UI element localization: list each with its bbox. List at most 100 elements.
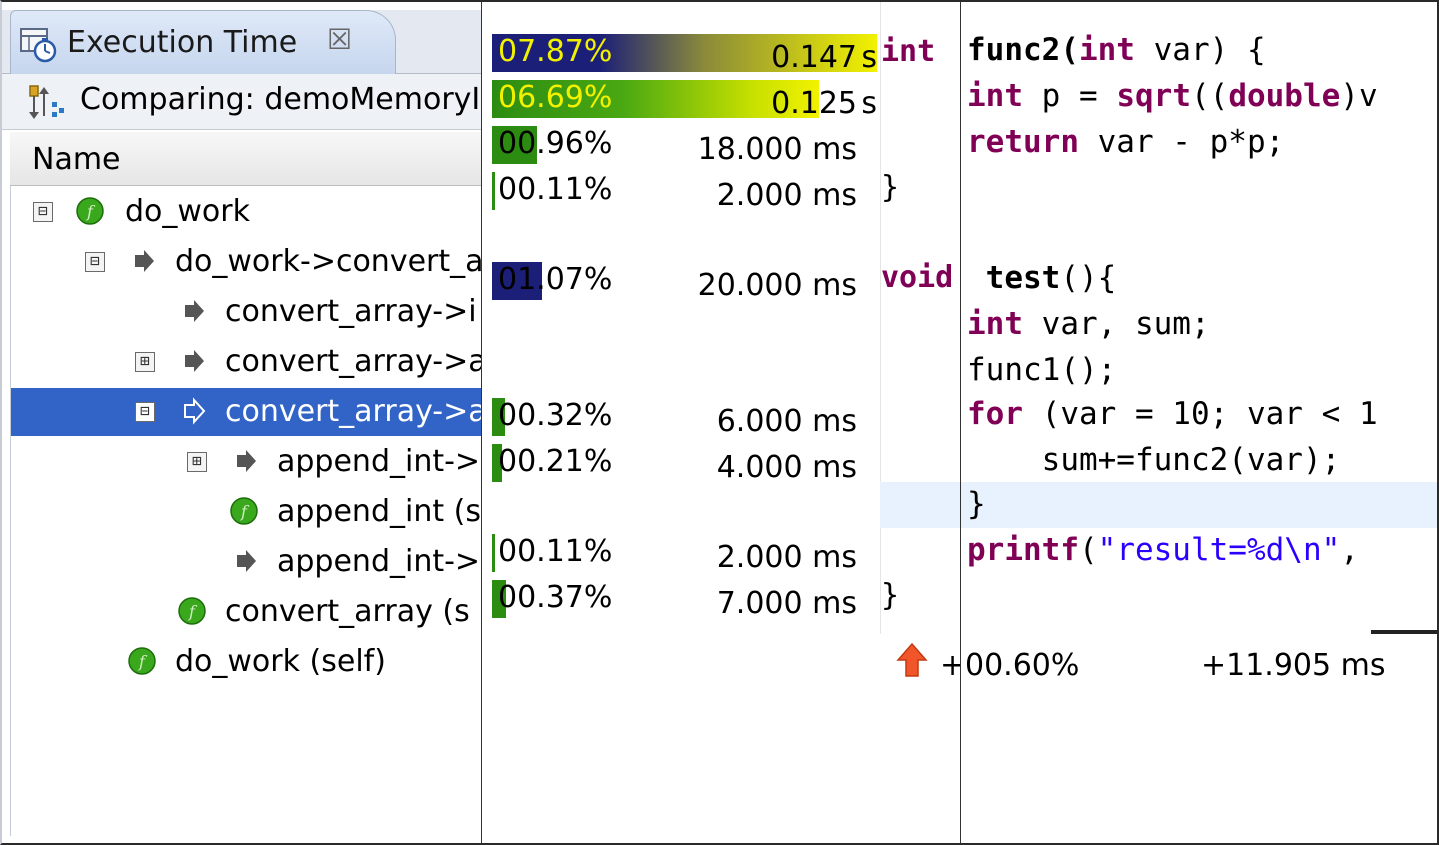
stat-unit: s — [861, 86, 877, 121]
stat-row[interactable]: 00.96% 18.000 ms — [492, 124, 877, 167]
tree-row[interactable]: append_int-> — [11, 538, 481, 586]
percentage-bar — [492, 172, 495, 210]
percentage-annotation-panel: 07.87% 0.147 s 06.69% 0.125 s 00.96% 18.… — [481, 0, 960, 845]
tree-node-label: append_int-> — [277, 444, 481, 479]
stat-row[interactable]: 00.32% 6.000 ms — [492, 396, 877, 439]
call-arrow-icon — [185, 300, 204, 322]
stat-value: 0.125 — [771, 86, 857, 121]
stat-value: 4.000 ms — [716, 450, 857, 485]
code-line: func2(int var) { — [967, 32, 1266, 76]
execution-time-view: Execution Time ☒ Comparing: demoMemoryI … — [0, 0, 481, 845]
code-line: return var - p*p; — [967, 124, 1284, 168]
collapse-toggle[interactable]: ⊟ — [33, 202, 53, 222]
stat-value: 6.000 ms — [716, 404, 857, 439]
stat-value: 20.000 ms — [697, 268, 857, 303]
closing-brace: } — [881, 170, 900, 205]
stats-column: 07.87% 0.147 s 06.69% 0.125 s 00.96% 18.… — [482, 2, 882, 634]
code-line: int var, sum; — [967, 306, 1210, 350]
tree-node-label: convert_array->a — [225, 344, 481, 379]
tree-node-label: do_work->convert_a — [175, 244, 481, 279]
keyword: int — [967, 78, 1023, 114]
code-line: func1(); — [967, 352, 1117, 388]
code-text: ( — [1078, 532, 1098, 568]
code-line: test(){ — [967, 260, 1117, 304]
code-text: (){ — [1060, 260, 1117, 296]
code-line: for (var = 10; var < 1 — [967, 396, 1378, 440]
tree-row[interactable]: ⊞ append_int-> — [11, 438, 481, 486]
execution-time-tab[interactable]: Execution Time ☒ — [10, 10, 396, 74]
stat-percentage: 06.69% — [498, 80, 613, 115]
code-text: p = — [1023, 78, 1117, 114]
collapse-toggle[interactable]: ⊟ — [85, 252, 105, 272]
stat-value: 2.000 ms — [716, 540, 857, 575]
tree-row[interactable]: f append_int (s — [11, 488, 481, 536]
code-text: (var = 10; var < 1 — [1023, 396, 1378, 432]
name-column-header[interactable]: Name — [10, 132, 481, 186]
tree-node-label: do_work — [125, 194, 250, 229]
stat-percentage: 00.21% — [498, 444, 613, 479]
call-arrow-icon — [184, 397, 206, 425]
scroll-marker — [1371, 630, 1437, 634]
stat-row[interactable]: 00.37% 7.000 ms — [492, 578, 877, 621]
stat-value: 0.147 — [771, 40, 857, 75]
percentage-bar — [492, 534, 495, 572]
code-area[interactable]: func2(int var) { int p = sqrt((double)v … — [961, 2, 1437, 634]
expand-toggle[interactable]: ⊞ — [135, 352, 155, 372]
stat-row[interactable]: 00.21% 4.000 ms — [492, 442, 877, 485]
stat-row[interactable]: 07.87% 0.147 s — [492, 32, 877, 75]
close-icon[interactable]: ☒ — [327, 23, 352, 56]
tree-row-selected[interactable]: ⊟ convert_array->a — [11, 388, 481, 436]
comparing-label: Comparing: demoMemoryI — [80, 82, 481, 117]
code-line: printf("result=%d\n", — [967, 532, 1378, 576]
keyword: int — [967, 306, 1023, 342]
tree-node-label: do_work (self) — [175, 644, 386, 679]
summary-plus-sign: + — [940, 648, 960, 683]
compare-icon — [29, 85, 64, 119]
call-arrow-icon — [237, 450, 256, 472]
stat-row[interactable]: 00.11% 2.000 ms — [492, 532, 877, 575]
code-text: var - p*p; — [1078, 124, 1285, 160]
tree-row[interactable]: ⊟ do_work->convert_a — [11, 238, 481, 286]
function-icon: f — [128, 647, 156, 675]
tree-node-label: append_int-> — [277, 544, 481, 579]
current-line-highlight — [880, 482, 960, 528]
summary-percentage: 00.60% — [965, 648, 1080, 683]
stat-row[interactable]: 06.69% 0.125 s — [492, 78, 877, 121]
code-line: } — [967, 486, 986, 522]
expand-toggle[interactable]: ⊞ — [187, 452, 207, 472]
tree-node-label: convert_array->i — [225, 294, 477, 329]
call-tree: ⊟ f do_work ⊟ do_work->convert_a convert… — [10, 186, 481, 836]
code-editor[interactable]: func2(int var) { int p = sqrt((double)v … — [960, 0, 1439, 845]
code-text: var) { — [1134, 32, 1266, 68]
closing-brace: } — [881, 578, 900, 613]
collapse-toggle[interactable]: ⊟ — [135, 402, 155, 422]
tree-row[interactable]: f do_work (self) — [11, 638, 481, 686]
up-red-arrow-icon — [896, 642, 928, 677]
function-name: printf — [967, 532, 1079, 568]
stat-percentage: 00.37% — [498, 580, 613, 615]
stat-unit: s — [861, 40, 877, 75]
stat-value: 7.000 ms — [716, 586, 857, 621]
tree-row[interactable]: ⊟ f do_work — [11, 188, 481, 236]
code-text: var, sum; — [1023, 306, 1210, 342]
tree-row[interactable]: f convert_array (s — [11, 588, 481, 636]
stat-value: 2.000 ms — [716, 178, 857, 213]
keyword-int: int — [881, 34, 936, 69]
string-literal: "result=%d\n" — [1097, 532, 1341, 568]
function-name: func2( — [967, 32, 1079, 68]
keyword: for — [967, 396, 1023, 432]
stat-row[interactable]: 01.07% 20.000 ms — [492, 260, 877, 303]
stat-percentage: 00.11% — [498, 172, 613, 207]
keyword: return — [967, 124, 1079, 160]
comparing-bar: Comparing: demoMemoryI — [2, 74, 481, 130]
stat-percentage: 00.11% — [498, 534, 613, 569]
stat-row[interactable]: 00.11% 2.000 ms — [492, 170, 877, 213]
current-line-highlight — [961, 482, 1437, 528]
stopwatch-table-icon — [20, 28, 57, 63]
stat-percentage: 00.32% — [498, 398, 613, 433]
view-tab-strip: Execution Time ☒ — [2, 10, 481, 74]
keyword-void: void — [881, 260, 954, 295]
tree-row[interactable]: convert_array->i — [11, 288, 481, 336]
tree-row[interactable]: ⊞ convert_array->a — [11, 338, 481, 386]
code-text: (( — [1190, 78, 1229, 114]
